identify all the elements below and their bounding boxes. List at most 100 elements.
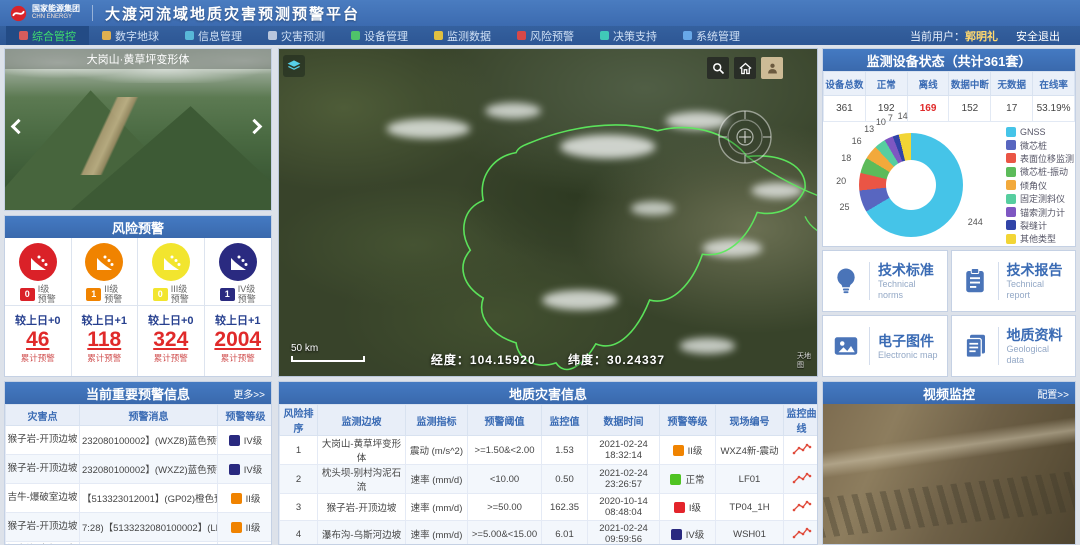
table-row[interactable]: 2枕头坝-别村沟泥石流速率 (mm/d)<10.000.502021-02-24… xyxy=(280,465,819,494)
legend-label: 裂缝计 xyxy=(1020,219,1047,232)
nav-item-灾害预测[interactable]: 灾害预测 xyxy=(255,26,338,45)
map-coordinates: 经度：104.15920 纬度：30.24337 xyxy=(279,351,817,368)
nav-item-决策支持[interactable]: 决策支持 xyxy=(587,26,670,45)
alerts-title: 当前重要预警信息 xyxy=(86,384,190,403)
video-config-link[interactable]: 配置>> xyxy=(1037,382,1069,404)
top-header: 国家能源集团 CHN ENERGY 大渡河流域地质灾害预测预警平台 xyxy=(0,0,1080,26)
risk-panel-header: 风险预警 xyxy=(5,216,271,238)
column-header: 现场编号 xyxy=(716,405,784,436)
level-text: II级 xyxy=(246,520,261,534)
risk-level-card[interactable]: 1II级预警较上日+1118累计预警 xyxy=(72,238,139,377)
risk-rank: 1 xyxy=(280,436,318,465)
warning-threshold: <10.00 xyxy=(468,465,542,494)
layers-icon[interactable] xyxy=(283,55,305,77)
resource-card-electronic-map[interactable]: 电子图件Electronic map xyxy=(822,315,948,377)
geo-panel-header: 地质灾害信息 xyxy=(279,382,817,404)
map-controls xyxy=(707,57,783,79)
column-header: 在线率 xyxy=(1033,72,1075,96)
column-header: 监测边坡 xyxy=(318,405,406,436)
alerts-more-link[interactable]: 更多>> xyxy=(233,382,265,404)
chart-value-label: 10 xyxy=(876,117,886,127)
level-text: II级 xyxy=(688,443,703,457)
legend-label: 倾角仪 xyxy=(1020,179,1047,192)
table-row[interactable]: 猴子岩-开顶边坡232080100002】(WXZ2)蓝色预警：...IV级 xyxy=(6,455,273,484)
column-header: 监控值 xyxy=(542,405,588,436)
daily-delta: 较上日+1 xyxy=(215,312,261,328)
legend-swatch xyxy=(1006,234,1016,244)
warning-message: 【513323012001】(GP02)橙色预警... xyxy=(80,484,218,513)
risk-level-card[interactable]: 0III级预警较上日+0324累计预警 xyxy=(138,238,205,377)
monitor-curve-icon[interactable] xyxy=(784,521,819,545)
column-header: 离线 xyxy=(907,72,949,96)
map-compass[interactable] xyxy=(717,109,773,165)
card-title-zh: 技术报告 xyxy=(1006,261,1067,279)
nav-item-系统管理[interactable]: 系统管理 xyxy=(670,26,753,45)
table-row[interactable]: 瀑布沟-老柯碉危岩体40)【5118231020200001】(LKM0...I… xyxy=(6,542,273,545)
data-time: 2021-02-24 09:59:56 xyxy=(588,521,660,545)
nav-item-风险预警[interactable]: 风险预警 xyxy=(504,26,587,45)
legend-item: 其他类型 xyxy=(1006,232,1074,245)
risk-warning-panel: 风险预警 0I级预警较上日+046累计预警1II级预警较上日+1118累计预警0… xyxy=(4,215,272,377)
level-text: IV级 xyxy=(244,462,262,476)
resource-card-technical-norms[interactable]: 技术标准Technical norms xyxy=(822,250,948,312)
lat-label: 纬度： xyxy=(568,353,607,367)
nav-item-label: 设备管理 xyxy=(364,28,408,44)
level-text: 正常 xyxy=(685,472,704,486)
cumulative-warning-count: 2004 xyxy=(214,328,261,352)
table-row[interactable]: 3猴子岩-开顶边坡速率 (mm/d)>=50.00162.352020-10-1… xyxy=(280,494,819,521)
daily-delta: 较上日+0 xyxy=(148,312,194,328)
monitor-curve-icon[interactable] xyxy=(784,465,819,494)
table-row[interactable]: 猴子岩-开顶边坡232080100002】(WXZ8)蓝色预警：...IV级 xyxy=(6,426,273,455)
map-search-icon[interactable] xyxy=(707,57,729,79)
data-time: 2021-02-24 18:32:14 xyxy=(588,436,660,465)
monitor-curve-icon[interactable] xyxy=(784,436,819,465)
monitor-curve-icon[interactable] xyxy=(784,494,819,521)
disaster-point: 瀑布沟-老柯碉危岩体 xyxy=(6,542,80,545)
risk-level-card[interactable]: 1IV级预警较上日+12004累计预警 xyxy=(205,238,272,377)
map-streetview-icon[interactable] xyxy=(761,57,783,79)
level-color-swatch xyxy=(229,464,240,475)
nav-item-综合管控[interactable]: 综合管控 xyxy=(6,26,89,45)
warning-level: 正常 xyxy=(660,465,716,494)
table-row[interactable]: 3611921691521753.19% xyxy=(824,96,1075,122)
legend-swatch xyxy=(1006,127,1016,137)
card-title-en: Geological data xyxy=(1006,344,1067,366)
nav-item-label: 监测数据 xyxy=(447,28,491,44)
carousel-prev-icon[interactable] xyxy=(13,121,27,135)
chart-value-label: 13 xyxy=(864,124,874,134)
alerts-panel-header: 当前重要预警信息 更多>> xyxy=(5,382,271,404)
cumulative-warning-label: 累计预警 xyxy=(21,352,55,364)
nav-item-设备管理[interactable]: 设备管理 xyxy=(338,26,421,45)
level-color-swatch xyxy=(231,493,242,504)
warning-threshold: >=50.00 xyxy=(468,494,542,521)
logo-text-en: CHN ENERGY xyxy=(32,14,80,21)
legend-label: 表面位移监测 xyxy=(1020,152,1074,165)
table-row[interactable]: 吉牛-爆破室边坡【513323012001】(GP02)橙色预警...II级 xyxy=(6,484,273,513)
chart-value-label: 25 xyxy=(840,202,850,212)
user-area: 当前用户：郭明礼 安全退出 xyxy=(910,28,1074,44)
carousel-next-icon[interactable] xyxy=(249,121,263,135)
chart-value-label: 244 xyxy=(968,217,983,227)
resource-card-technical-report[interactable]: 技术报告Technical report xyxy=(951,250,1077,312)
table-row[interactable]: 1大岗山-黄草坪变形体震动 (m/s^2)>=1.50&<2.001.53202… xyxy=(280,436,819,465)
risk-level-card[interactable]: 0I级预警较上日+046累计预警 xyxy=(5,238,72,377)
map-home-icon[interactable] xyxy=(734,57,756,79)
satellite-map[interactable]: 50 km 经度：104.15920 纬度：30.24337 天地图 xyxy=(278,48,818,377)
landslide-warning-icon xyxy=(152,243,190,281)
lon-label: 经度： xyxy=(431,353,470,367)
column-header: 监测指标 xyxy=(406,405,468,436)
table-row[interactable]: 4瀑布沟-乌斯河边坡速率 (mm/d)>=5.00&<15.006.012021… xyxy=(280,521,819,545)
resource-card-geological-data[interactable]: 地质资料Geological data xyxy=(951,315,1077,377)
nav-item-数字地球[interactable]: 数字地球 xyxy=(89,26,172,45)
nav-item-信息管理[interactable]: 信息管理 xyxy=(172,26,255,45)
warning-level: II级 xyxy=(218,542,273,545)
data-time: 2021-02-24 23:26:57 xyxy=(588,465,660,494)
monitor-value: 6.01 xyxy=(542,521,588,545)
risk-level-grid: 0I级预警较上日+046累计预警1II级预警较上日+1118累计预警0III级预… xyxy=(5,238,271,377)
logout-button[interactable]: 安全退出 xyxy=(1016,28,1060,44)
video-feed[interactable] xyxy=(823,404,1075,544)
important-alerts-panel: 当前重要预警信息 更多>> 灾害点预警消息预警等级 猴子岩-开顶边坡232080… xyxy=(4,381,272,545)
nav-item-监测数据[interactable]: 监测数据 xyxy=(421,26,504,45)
table-row[interactable]: 猴子岩-开顶边坡7:28)【5133232080100002】(LF02...I… xyxy=(6,513,273,542)
warning-level: II级 xyxy=(218,513,273,542)
